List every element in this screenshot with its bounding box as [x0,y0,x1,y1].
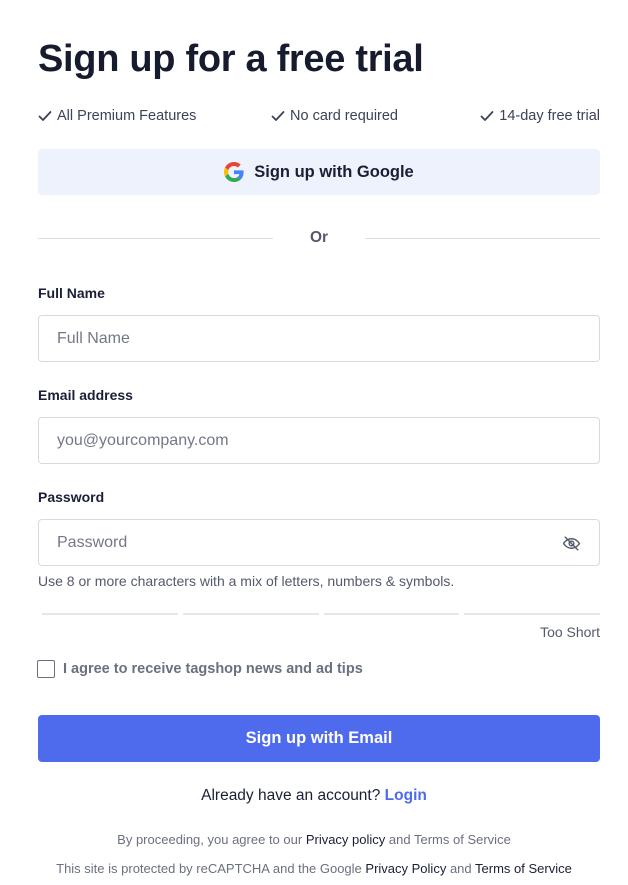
google-logo-icon [224,162,244,182]
feature-item: All Premium Features [38,108,196,124]
google-signup-button[interactable]: Sign up with Google [38,149,600,195]
agree-row: I agree to receive tagshop news and ad t… [37,660,363,678]
password-input[interactable] [39,520,599,565]
recaptcha-notice: This site is protected by reCAPTCHA and … [0,861,628,876]
legal-consent-text: By proceeding, you agree to our Privacy … [0,832,628,847]
or-divider: Or [38,228,600,248]
check-icon [271,111,285,121]
full-name-field-wrap [38,315,600,362]
feature-label: No card required [290,108,398,124]
legal-and: and [388,832,411,847]
login-row: Already have an account? Login [0,787,628,805]
password-strength-meter [42,613,600,615]
strength-segment [464,613,600,615]
feature-label: 14-day free trial [499,108,600,124]
legal-prefix: By proceeding, you agree to our [117,832,303,847]
feature-item: No card required [271,108,398,124]
terms-of-service-text: Terms of Service [414,832,511,847]
full-name-label: Full Name [38,285,105,301]
feature-list: All Premium Features No card required 14… [38,108,600,128]
strength-segment [182,613,319,615]
agree-label: I agree to receive tagshop news and ad t… [63,661,363,677]
page-title: Sign up for a free trial [38,38,424,80]
login-prompt: Already have an account? [201,787,381,804]
password-field-wrap [38,519,600,566]
recaptcha-and: and [449,861,472,876]
eye-off-icon[interactable] [562,534,581,553]
email-signup-button[interactable]: Sign up with Email [38,715,600,762]
google-signup-label: Sign up with Google [254,162,414,181]
password-strength-label: Too Short [540,624,600,640]
check-icon [38,111,52,121]
privacy-policy-link[interactable]: Privacy policy [306,832,385,847]
email-field-wrap [38,417,600,464]
feature-label: All Premium Features [57,108,197,124]
strength-segment [323,613,460,615]
password-hint: Use 8 or more characters with a mix of l… [38,573,455,589]
agree-checkbox[interactable] [37,660,55,678]
strength-segment [42,613,178,615]
recaptcha-prefix: This site is protected by reCAPTCHA and … [56,861,362,876]
google-terms-of-service-link[interactable]: Terms of Service [475,861,572,876]
check-icon [480,111,494,121]
google-privacy-policy-link[interactable]: Privacy Policy [365,861,446,876]
full-name-input[interactable] [39,316,599,361]
password-label: Password [38,489,105,505]
login-link[interactable]: Login [385,787,427,804]
feature-item: 14-day free trial [480,108,600,124]
email-input[interactable] [39,418,599,463]
email-label: Email address [38,387,133,403]
divider-line [365,238,600,239]
